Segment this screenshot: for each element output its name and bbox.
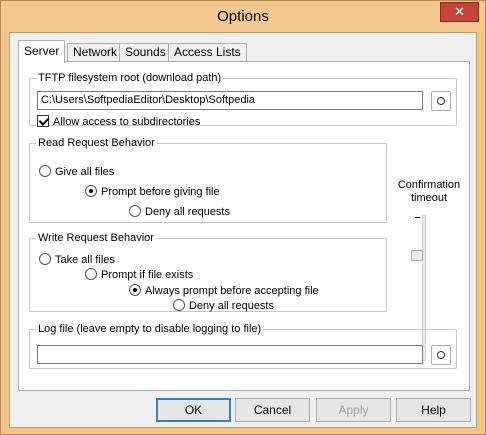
read-deny-all-radio[interactable]: Deny all requests [129,205,230,218]
radio-selected-icon [129,284,141,296]
browse-icon [437,97,445,105]
tftp-root-legend: TFTP filesystem root (download path) [38,72,222,84]
close-icon[interactable]: ✕ [440,2,479,22]
dialog-client-area: Server Network Sounds Access Lists TFTP … [9,32,477,428]
confirmation-timeout-slider-thumb[interactable] [411,250,423,261]
apply-button[interactable]: Apply [316,398,391,422]
tab-access-lists[interactable]: Access Lists [168,43,247,62]
write-take-all-radio[interactable]: Take all files [39,253,115,266]
ok-button[interactable]: OK [156,398,231,422]
window-title: Options [217,8,269,25]
title-bar[interactable]: Options ✕ [1,1,485,32]
read-request-legend: Read Request Behavior [38,137,155,149]
browse-root-button[interactable] [431,91,451,111]
radio-unselected-icon [85,268,97,280]
radio-unselected-icon [129,205,141,217]
radio-selected-icon [85,185,97,197]
read-give-all-label: Give all files [55,166,115,178]
slider-tick [415,217,420,218]
tab-server[interactable]: Server [18,40,66,63]
confirmation-label-line2: timeout [410,192,448,204]
confirmation-timeout-label: Confirmation timeout [393,179,465,205]
allow-subdirectories-label: Allow access to subdirectories [53,116,201,128]
write-take-all-label: Take all files [55,254,115,266]
browse-icon [437,351,445,359]
tab-sounds[interactable]: Sounds [119,43,172,62]
read-prompt-radio[interactable]: Prompt before giving file [85,185,220,198]
read-give-all-radio[interactable]: Give all files [39,165,114,178]
browse-log-button[interactable] [431,345,451,365]
log-file-legend: Log file (leave empty to disable logging… [38,323,262,335]
read-deny-all-label: Deny all requests [145,206,230,218]
radio-unselected-icon [173,299,185,311]
write-always-prompt-label: Always prompt before accepting file [145,285,319,297]
allow-subdirectories-checkbox[interactable]: Allow access to subdirectories [37,115,200,128]
cancel-button[interactable]: Cancel [235,398,310,422]
tab-network[interactable]: Network [67,43,124,62]
log-file-input[interactable] [37,345,423,364]
write-deny-all-label: Deny all requests [189,300,274,312]
radio-unselected-icon [39,165,51,177]
write-deny-all-radio[interactable]: Deny all requests [173,299,274,312]
write-prompt-if-exists-label: Prompt if file exists [101,269,194,281]
options-window: Options ✕ Server Network Sounds Access L… [0,0,486,435]
write-always-prompt-radio[interactable]: Always prompt before accepting file [129,284,319,297]
help-button[interactable]: Help [396,398,471,422]
read-prompt-label: Prompt before giving file [101,186,220,198]
checkbox-checked-icon [37,115,49,127]
confirmation-label-line1: Confirmation [397,179,461,191]
write-prompt-if-exists-radio[interactable]: Prompt if file exists [85,268,193,281]
server-tab-panel: TFTP filesystem root (download path) C:\… [18,61,470,391]
radio-unselected-icon [39,253,51,265]
tftp-root-path-input[interactable]: C:\Users\SoftpediaEditor\Desktop\Softped… [37,91,423,110]
write-request-legend: Write Request Behavior [38,232,154,244]
